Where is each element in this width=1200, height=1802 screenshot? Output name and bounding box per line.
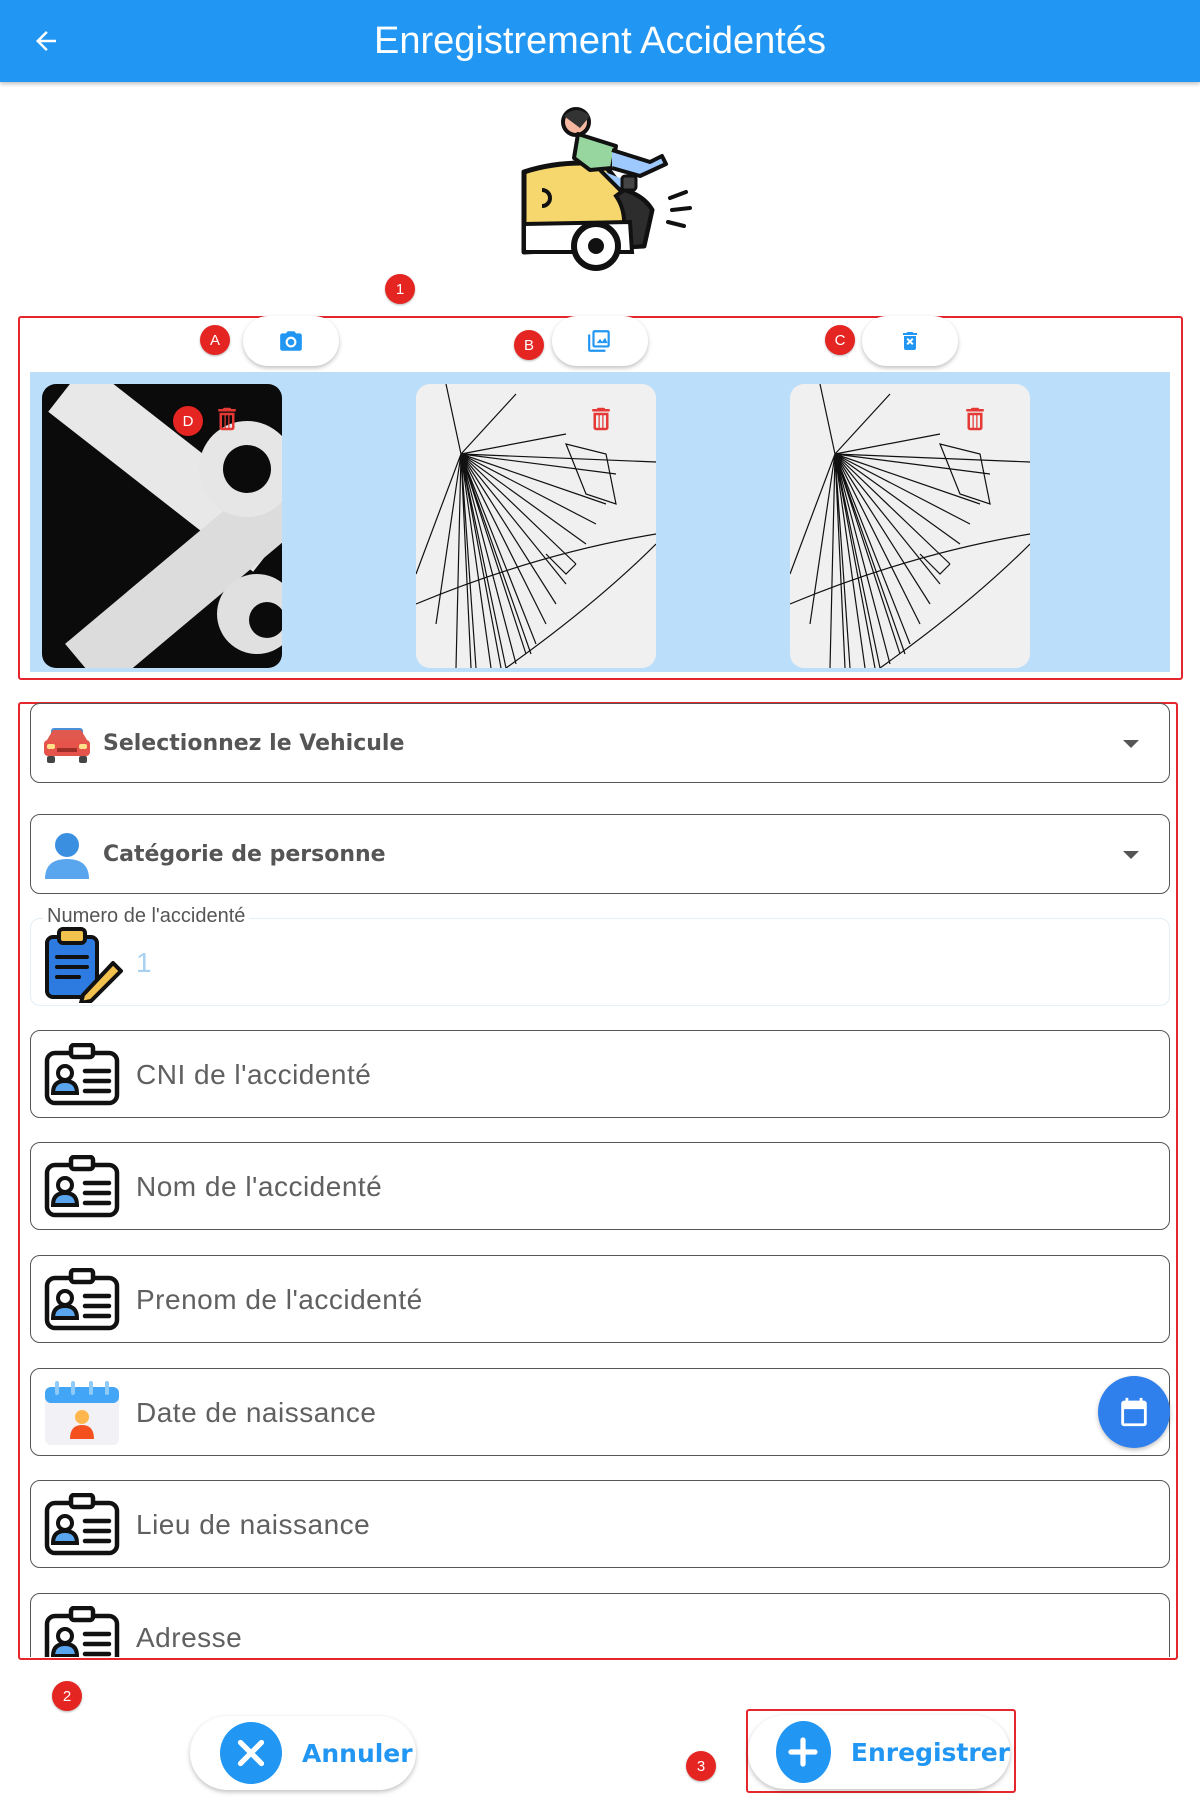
delete-all-icon (903, 332, 917, 350)
clear-photos-button[interactable] (862, 316, 958, 366)
annotation-marker-3: 3 (686, 1751, 716, 1781)
person-category-select-label: Catégorie de personne (103, 842, 386, 867)
lieu-naissance-placeholder: Lieu de naissance (136, 1509, 371, 1540)
page-title: Enregistrement Accidentés (373, 20, 826, 62)
id-card-icon (44, 1268, 120, 1331)
car-icon (44, 728, 90, 763)
trash-icon (218, 407, 236, 431)
chevron-down-icon (1123, 851, 1139, 859)
cancel-button[interactable]: Annuler (190, 1716, 416, 1790)
person-icon (45, 833, 89, 879)
person-category-select[interactable]: Catégorie de personne (30, 814, 1170, 894)
save-button[interactable]: Enregistrer (748, 1715, 1010, 1789)
id-card-icon (44, 1043, 120, 1106)
delete-photo-button[interactable] (586, 402, 616, 441)
delete-photo-button[interactable] (212, 402, 242, 441)
photo-thumbnail[interactable] (790, 384, 1030, 668)
prenom-placeholder: Prenom de l'accidenté (136, 1284, 423, 1315)
annotation-marker-d: D (173, 406, 203, 436)
prenom-field[interactable]: Prenom de l'accidenté (30, 1255, 1170, 1343)
annotation-marker-c: C (825, 325, 855, 355)
trash-icon (966, 407, 984, 431)
accident-number-field[interactable]: Numero de l'accidenté 1 (30, 905, 1170, 1006)
cancel-button-label: Annuler (302, 1738, 413, 1768)
nom-field[interactable]: Nom de l'accidenté (30, 1142, 1170, 1230)
date-naissance-placeholder: Date de naissance (136, 1397, 377, 1428)
annotation-marker-a: A (200, 325, 230, 355)
pedestrian-hit-by-car-icon (520, 106, 698, 280)
delete-photo-button[interactable] (960, 402, 990, 441)
calendar-icon (1121, 1397, 1147, 1427)
camera-icon (280, 331, 302, 351)
app-bar: Enregistrement Accidentés (0, 0, 1200, 82)
clipboard-edit-icon (45, 927, 123, 1003)
cni-field[interactable]: CNI de l'accidenté (30, 1030, 1170, 1118)
camera-button[interactable] (243, 316, 339, 366)
id-card-icon (44, 1606, 120, 1657)
save-button-label: Enregistrer (850, 1737, 1010, 1767)
adresse-placeholder: Adresse (136, 1622, 243, 1653)
screen: Enregistrement Accidentés 1 A B C D Sele… (0, 0, 1200, 1802)
photo-thumbnail[interactable] (42, 384, 282, 668)
vehicle-select[interactable]: Selectionnez le Vehicule (30, 703, 1170, 783)
trash-icon (592, 407, 610, 431)
id-card-icon (44, 1155, 120, 1218)
annotation-marker-2: 2 (52, 1681, 82, 1711)
accident-number-value: 1 (136, 947, 152, 978)
annotation-marker-b: B (514, 330, 544, 360)
date-picker-button[interactable] (1098, 1376, 1170, 1448)
id-card-icon (44, 1493, 120, 1556)
annotation-marker-1: 1 (385, 274, 415, 304)
cni-placeholder: CNI de l'accidenté (136, 1059, 372, 1090)
image-gallery-icon (588, 330, 610, 352)
adresse-field[interactable]: Adresse (30, 1593, 1170, 1657)
birthday-calendar-icon (45, 1381, 119, 1445)
close-icon (220, 1722, 282, 1784)
lieu-naissance-field[interactable]: Lieu de naissance (30, 1480, 1170, 1568)
photo-thumbnail[interactable] (416, 384, 656, 668)
gallery-button[interactable] (552, 316, 648, 366)
plus-icon (776, 1721, 831, 1783)
chevron-down-icon (1123, 740, 1139, 748)
date-naissance-field[interactable]: Date de naissance (30, 1368, 1170, 1456)
nom-placeholder: Nom de l'accidenté (136, 1171, 383, 1202)
vehicle-select-label: Selectionnez le Vehicule (103, 731, 405, 756)
form-scroll-clip: Adresse (30, 1593, 1170, 1657)
